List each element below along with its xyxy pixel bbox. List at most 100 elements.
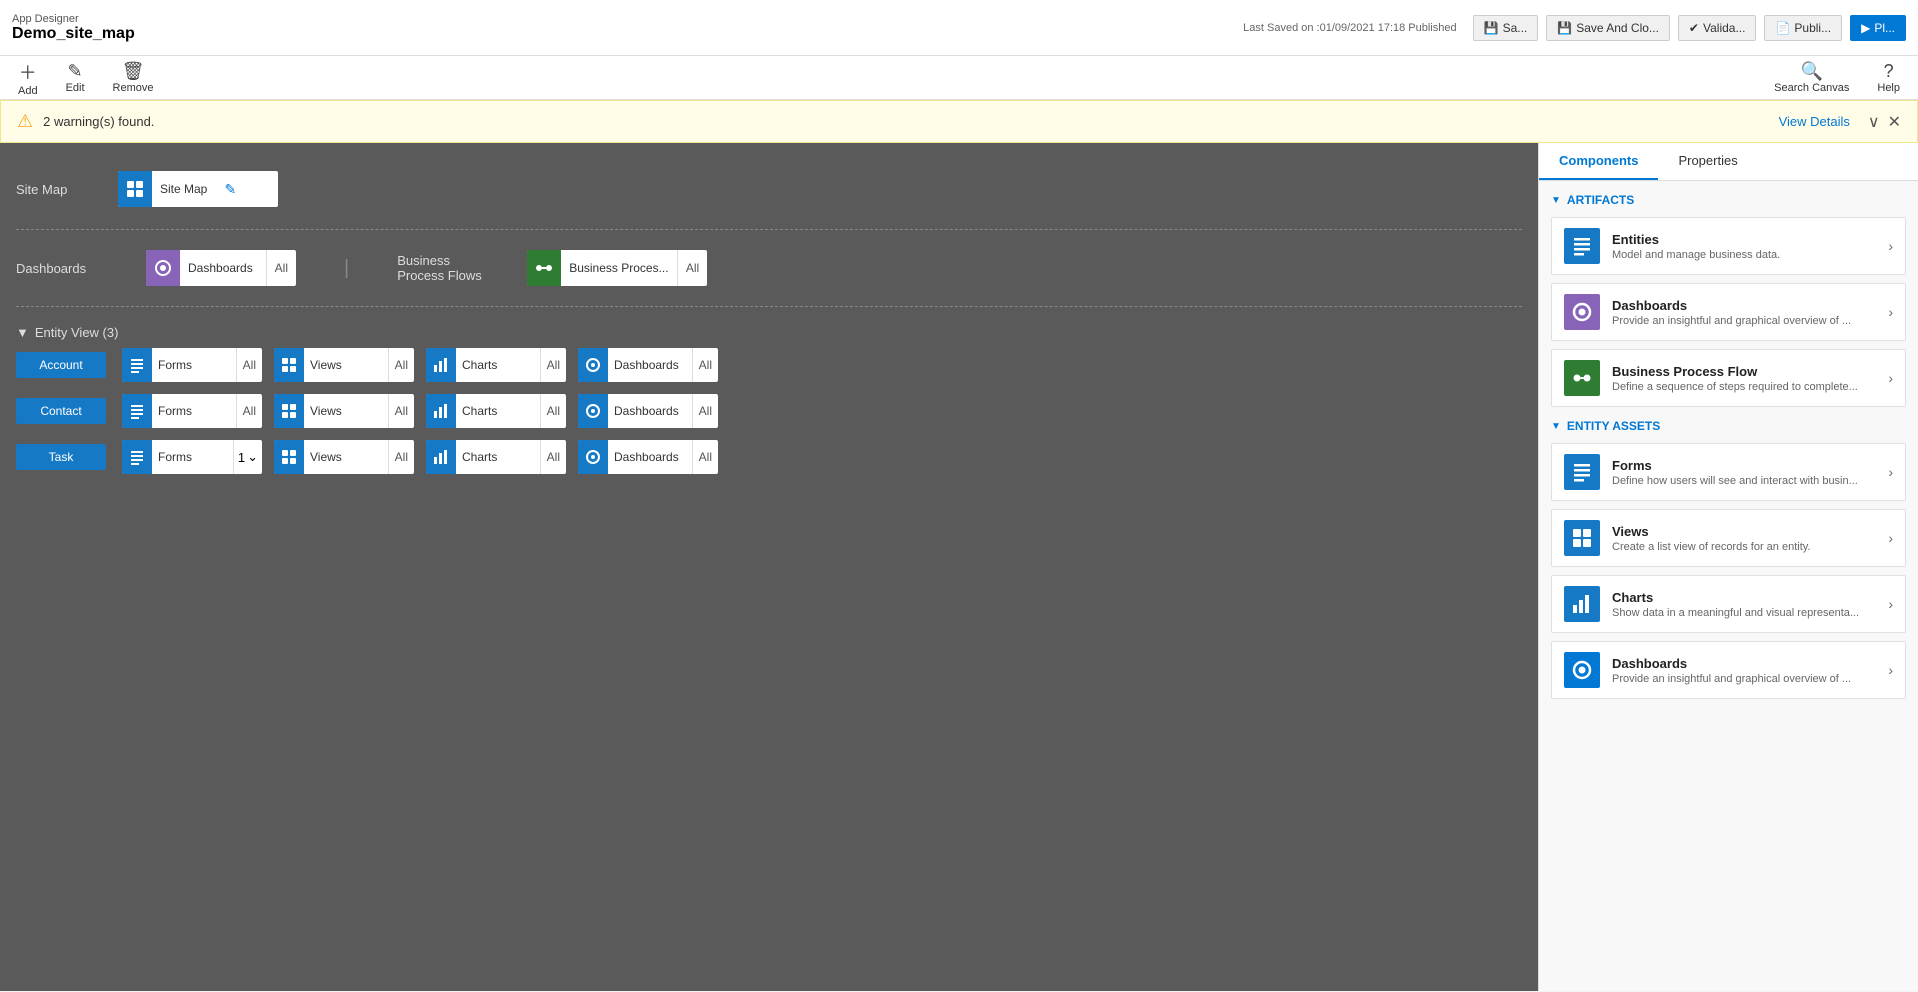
validate-button[interactable]: ✔ Valida...: [1678, 15, 1757, 41]
save-button[interactable]: 💾 Sa...: [1473, 15, 1539, 41]
top-bar-right: Last Saved on :01/09/2021 17:18 Publishe…: [1243, 15, 1906, 41]
artifacts-chevron: ▼: [1551, 195, 1561, 206]
view-details-link[interactable]: View Details: [1779, 114, 1850, 129]
entity-assets-section-header[interactable]: ▼ ENTITY ASSETS: [1551, 419, 1906, 433]
dashboards-node-card[interactable]: Dashboards All: [146, 250, 296, 286]
asset-label-views: Views: [304, 358, 388, 372]
asset-icon-forms: [122, 394, 152, 428]
publish-button[interactable]: 📄 Publi...: [1764, 15, 1842, 41]
asset-card-account-views[interactable]: ViewsAll: [274, 348, 414, 382]
asset-label-dashboards: Dashboards: [608, 358, 692, 372]
comp-chevron-ea-dashboards: ›: [1888, 662, 1893, 678]
sitemap-edit-button[interactable]: ✎: [215, 171, 245, 207]
asset-card-task-views[interactable]: ViewsAll: [274, 440, 414, 474]
component-card-entities[interactable]: EntitiesModel and manage business data.›: [1551, 217, 1906, 275]
asset-group: FormsAllViewsAllChartsAllDashboardsAll: [122, 394, 718, 428]
sitemap-section-label: Site Map: [16, 182, 106, 197]
help-tool[interactable]: ? Help: [1871, 59, 1906, 96]
comp-desc-entities: Model and manage business data.: [1612, 249, 1876, 261]
artifacts-label: ARTIFACTS: [1567, 193, 1634, 207]
component-card-forms[interactable]: FormsDefine how users will see and inter…: [1551, 443, 1906, 501]
asset-icon-charts: [426, 440, 456, 474]
component-card-views[interactable]: ViewsCreate a list view of records for a…: [1551, 509, 1906, 567]
asset-badge-value: All: [388, 394, 414, 428]
banner-close-button[interactable]: ✕: [1888, 112, 1901, 132]
tab-properties[interactable]: Properties: [1658, 143, 1757, 180]
banner-collapse-button[interactable]: ∨: [1868, 112, 1880, 132]
edit-label: Edit: [66, 82, 85, 94]
sitemap-node-card[interactable]: Site Map ✎: [118, 171, 278, 207]
sitemap-node-label: Site Map: [152, 182, 215, 196]
toolbar-right: 🔍 Search Canvas ? Help: [1768, 59, 1906, 96]
edit-icon: ✎: [68, 61, 83, 82]
asset-label-charts: Charts: [456, 450, 540, 464]
entity-assets-chevron: ▼: [1551, 421, 1561, 432]
comp-text-ea-dashboards: DashboardsProvide an insightful and grap…: [1612, 656, 1876, 685]
asset-card-contact-views[interactable]: ViewsAll: [274, 394, 414, 428]
bpf-node-card[interactable]: Business Proces... All: [527, 250, 707, 286]
component-card-dashboards[interactable]: DashboardsProvide an insightful and grap…: [1551, 283, 1906, 341]
sitemap-section: Site Map Site Map ✎: [16, 159, 1522, 230]
artifacts-section-header[interactable]: ▼ ARTIFACTS: [1551, 193, 1906, 207]
asset-icon-views: [274, 394, 304, 428]
comp-desc-dashboards: Provide an insightful and graphical over…: [1612, 315, 1876, 327]
asset-icon-dashboards: [578, 394, 608, 428]
entity-btn-account[interactable]: Account: [16, 352, 106, 378]
asset-icon-charts: [426, 348, 456, 382]
asset-label-dashboards: Dashboards: [608, 404, 692, 418]
toolbar: ＋ Add ✎ Edit 🗑 Remove 🔍 Search Canvas ? …: [0, 56, 1918, 100]
add-label: Add: [18, 85, 38, 97]
sitemap-row: Site Map Site Map ✎: [16, 159, 1522, 219]
asset-icon-charts: [426, 394, 456, 428]
entity-section-header[interactable]: ▼ Entity View (3): [16, 325, 1522, 340]
component-card-ea-dashboards[interactable]: DashboardsProvide an insightful and grap…: [1551, 641, 1906, 699]
entity-section-title: Entity View (3): [35, 325, 119, 340]
asset-card-task-forms[interactable]: Forms1⌄: [122, 440, 262, 474]
comp-title-ea-dashboards: Dashboards: [1612, 656, 1876, 671]
banner-actions: ∨ ✕: [1868, 112, 1901, 132]
asset-group: FormsAll ViewsAll ChartsAll DashboardsAll: [122, 348, 718, 382]
help-icon: ?: [1884, 61, 1894, 82]
bpf-section-label: Business Process Flows: [397, 253, 487, 283]
remove-tool[interactable]: 🗑 Remove: [107, 59, 160, 96]
comp-title-forms: Forms: [1612, 458, 1876, 473]
search-canvas-tool[interactable]: 🔍 Search Canvas: [1768, 59, 1855, 96]
comp-title-views: Views: [1612, 524, 1876, 539]
asset-card-task-charts[interactable]: ChartsAll: [426, 440, 566, 474]
component-card-charts[interactable]: ChartsShow data in a meaningful and visu…: [1551, 575, 1906, 633]
asset-card-task-dashboards[interactable]: DashboardsAll: [578, 440, 718, 474]
asset-label-dashboards: Dashboards: [608, 450, 692, 464]
asset-badge-arrow[interactable]: 1⌄: [233, 440, 262, 474]
dashboards-node-badge: All: [266, 250, 296, 286]
asset-label-charts: Charts: [456, 358, 540, 372]
save-close-button[interactable]: 💾 Save And Clo...: [1546, 15, 1670, 41]
entity-section: ▼ Entity View (3) AccountFormsAllViewsAl…: [16, 317, 1522, 482]
entity-btn-task[interactable]: Task: [16, 444, 106, 470]
sitemap-icon-box: [118, 171, 152, 207]
play-button[interactable]: ▶ Pl...: [1850, 15, 1906, 41]
asset-card-account-dashboards[interactable]: DashboardsAll: [578, 348, 718, 382]
asset-card-contact-forms[interactable]: FormsAll: [122, 394, 262, 428]
warning-banner: ⚠ 2 warning(s) found. View Details ∨ ✕: [0, 100, 1918, 143]
entity-assets-list: FormsDefine how users will see and inter…: [1551, 443, 1906, 699]
comp-icon-ea-dashboards: [1564, 652, 1600, 688]
asset-card-contact-dashboards[interactable]: DashboardsAll: [578, 394, 718, 428]
entity-row: Task Forms1⌄ ViewsAll ChartsAll DashboardsAl…: [16, 440, 1522, 474]
tab-components[interactable]: Components: [1539, 143, 1658, 180]
entity-btn-contact[interactable]: Contact: [16, 398, 106, 424]
play-icon: ▶: [1861, 21, 1870, 35]
comp-title-bpf: Business Process Flow: [1612, 364, 1876, 379]
comp-text-charts: ChartsShow data in a meaningful and visu…: [1612, 590, 1876, 619]
add-tool[interactable]: ＋ Add: [12, 57, 44, 99]
asset-card-contact-charts[interactable]: ChartsAll: [426, 394, 566, 428]
publish-icon: 📄: [1775, 21, 1790, 35]
asset-icon-forms: [122, 348, 152, 382]
dashboards-node-label: Dashboards: [180, 261, 261, 275]
edit-tool[interactable]: ✎ Edit: [60, 59, 91, 96]
asset-card-account-forms[interactable]: FormsAll: [122, 348, 262, 382]
component-card-bpf[interactable]: Business Process FlowDefine a sequence o…: [1551, 349, 1906, 407]
comp-icon-bpf: [1564, 360, 1600, 396]
asset-card-account-charts[interactable]: ChartsAll: [426, 348, 566, 382]
asset-icon-dashboards: [578, 440, 608, 474]
comp-icon-charts: [1564, 586, 1600, 622]
